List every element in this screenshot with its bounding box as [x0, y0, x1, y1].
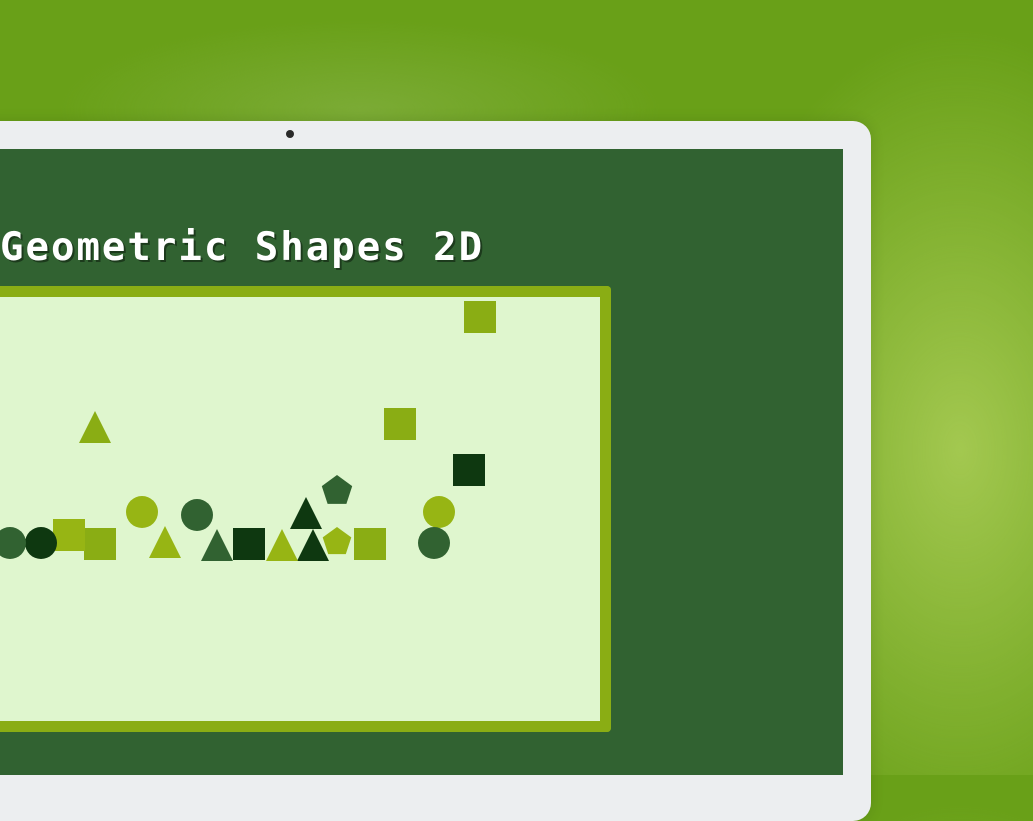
ground-square-right-square	[354, 528, 386, 560]
falling-triangle-triangle	[79, 411, 111, 443]
triangle-ground-mid-triangle	[201, 529, 233, 561]
shape-layer	[0, 301, 496, 561]
webcam-icon	[286, 130, 294, 138]
ground-square-dark-square	[233, 528, 265, 560]
game-canvas[interactable]	[0, 286, 611, 732]
game-screen: Geometric Shapes 2D	[0, 149, 843, 775]
stacked-square-right-square	[384, 408, 416, 440]
triangle-ground-light-triangle	[266, 529, 298, 561]
triangle-ground-left-triangle	[149, 526, 181, 558]
ground-square-left-square	[84, 528, 116, 560]
circle-dark-ground-circle	[25, 527, 57, 559]
falling-square-top-square	[464, 301, 496, 333]
circle-bottom-right-circle	[418, 527, 450, 559]
circle-right-circle	[423, 496, 455, 528]
pentagon-upper-pentagon	[321, 475, 353, 504]
triangle-ground-dark-triangle	[297, 529, 329, 561]
triangle-upper-dark-triangle	[290, 497, 322, 529]
dark-square-right-square	[453, 454, 485, 486]
circle-edge-ground-circle	[0, 527, 26, 559]
game-title: Geometric Shapes 2D	[0, 225, 485, 270]
stacked-square-left-square	[53, 519, 85, 551]
circle-mid-circle	[181, 499, 213, 531]
pentagon-ground-pentagon	[322, 527, 352, 555]
circle-light-left-circle	[126, 496, 158, 528]
